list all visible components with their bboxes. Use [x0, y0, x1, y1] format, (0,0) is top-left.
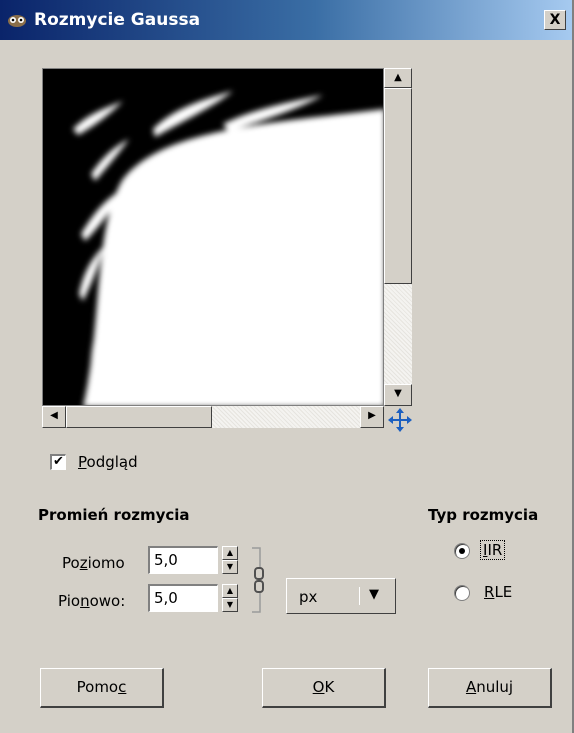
arrow-up-icon: ▲ [394, 72, 402, 83]
vertical-label: Pionowo: [58, 592, 126, 610]
chain-link-icon[interactable] [248, 544, 268, 616]
checkmark-icon: ✔ [53, 454, 64, 469]
unit-select-value: px [299, 588, 318, 606]
horizontal-increment-button[interactable]: ▲ [222, 546, 238, 560]
preview-canvas[interactable] [42, 68, 384, 406]
blur-type-title: Typ rozmycia [428, 506, 539, 524]
unit-select[interactable]: px ▼ [286, 578, 396, 614]
radio-rle[interactable] [454, 585, 470, 601]
scroll-right-button[interactable]: ▶ [360, 406, 384, 428]
close-button[interactable]: X [544, 10, 566, 30]
navigate-move-icon[interactable] [388, 408, 412, 432]
preview-checkbox[interactable]: ✔ [50, 454, 66, 470]
radio-rle-label[interactable]: RLE [484, 583, 512, 601]
vertical-scroll-thumb[interactable] [384, 88, 412, 284]
arrow-up-icon: ▲ [226, 548, 234, 557]
dropdown-arrow-icon: ▼ [369, 587, 379, 602]
help-button[interactable]: Pomoc [40, 668, 164, 708]
arrow-down-icon: ▼ [226, 600, 234, 609]
arrow-up-icon: ▲ [226, 586, 234, 595]
title-bar[interactable]: Rozmycie Gaussa X [0, 0, 572, 40]
scroll-up-button[interactable]: ▲ [384, 68, 412, 88]
arrow-right-icon: ▶ [368, 410, 376, 421]
arrow-down-icon: ▼ [226, 562, 234, 571]
gimp-app-icon [8, 15, 26, 27]
horizontal-decrement-button[interactable]: ▼ [222, 560, 238, 574]
preview-image [73, 91, 383, 405]
preview-vertical-scrollbar[interactable]: ▲ ▼ [384, 68, 412, 406]
gaussian-blur-dialog: Rozmycie Gaussa X ▲ ▼ ◀ ▶ ✔ Podgląd Prom… [0, 0, 574, 733]
preview-horizontal-scrollbar[interactable]: ◀ ▶ [42, 406, 384, 428]
arrow-down-icon: ▼ [394, 388, 402, 399]
arrow-left-icon: ◀ [50, 410, 58, 421]
vertical-increment-button[interactable]: ▲ [222, 584, 238, 598]
blur-radius-title: Promień rozmycia [38, 506, 190, 524]
cancel-button[interactable]: Anuluj [428, 668, 552, 708]
scroll-down-button[interactable]: ▼ [384, 384, 412, 406]
preview-checkbox-label[interactable]: Podgląd [78, 453, 138, 471]
combo-separator [359, 587, 360, 605]
radio-selected-dot [459, 548, 465, 554]
horizontal-label: Poziomo [62, 554, 125, 572]
radio-iir-label[interactable]: IIR [480, 540, 506, 560]
vertical-decrement-button[interactable]: ▼ [222, 598, 238, 612]
horizontal-scroll-thumb[interactable] [66, 406, 212, 428]
radio-iir[interactable] [454, 543, 470, 559]
horizontal-radius-input[interactable]: 5,0 [148, 546, 218, 574]
vertical-radius-input[interactable]: 5,0 [148, 584, 218, 612]
ok-button[interactable]: OK [262, 668, 386, 708]
window-title: Rozmycie Gaussa [34, 10, 201, 30]
close-icon: X [549, 12, 561, 28]
scroll-left-button[interactable]: ◀ [42, 406, 66, 428]
